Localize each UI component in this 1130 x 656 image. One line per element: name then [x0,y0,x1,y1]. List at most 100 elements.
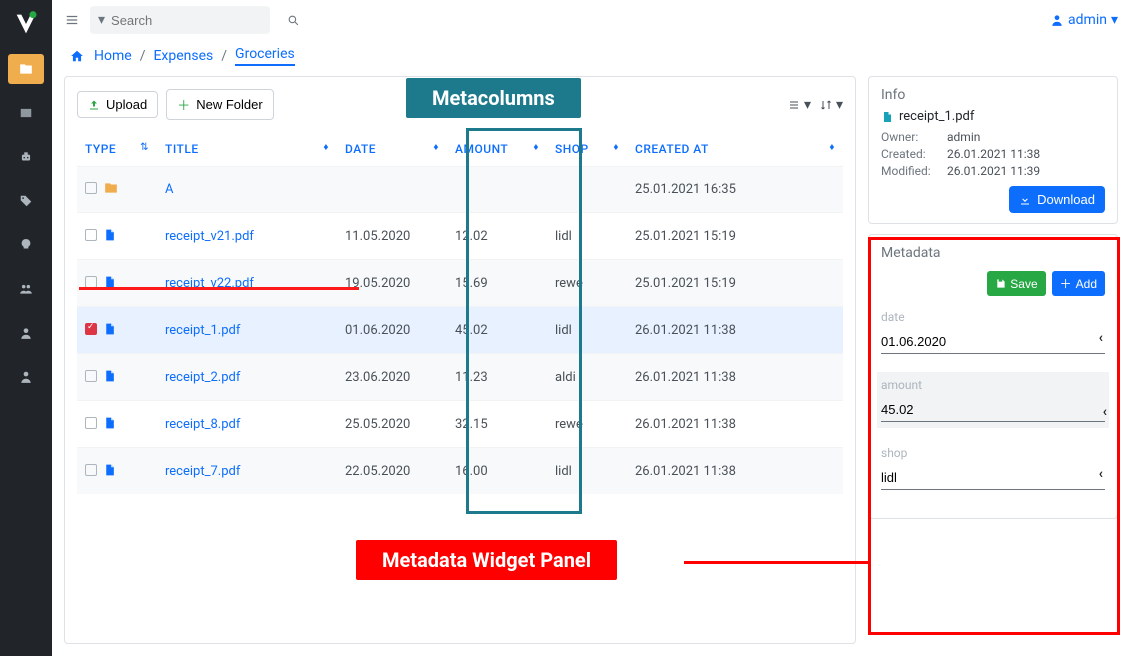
file-title-link[interactable]: A [165,182,173,197]
row-checkbox[interactable] [85,182,97,194]
table-row[interactable]: receipt_2.pdf23.06.202011.23aldi26.01.20… [77,354,843,401]
table-row[interactable]: receipt_1.pdf01.06.202045.02lidl26.01.20… [77,307,843,354]
file-title-link[interactable]: receipt_v21.pdf [165,229,254,244]
metadata-save-button[interactable]: Save [987,271,1045,296]
cell-amount: 15.69 [447,260,547,307]
table-row[interactable]: receipt_7.pdf22.05.202016.00lidl26.01.20… [77,448,843,495]
new-folder-button[interactable]: ＋ New Folder [166,89,273,120]
nav-documents[interactable] [8,54,44,84]
cell-created: 26.01.2021 11:38 [627,401,843,448]
cell-created: 25.01.2021 15:19 [627,213,843,260]
metadata-header: Metadata [881,245,1105,261]
nav-tags[interactable] [8,186,44,216]
upload-icon [88,99,100,111]
search-box[interactable]: ▾ [90,6,270,34]
search-scope-caret-icon[interactable]: ▾ [98,12,105,28]
cell-created: 26.01.2021 11:38 [627,354,843,401]
upload-button[interactable]: Upload [77,91,158,118]
col-shop[interactable]: SHOP♦ [547,132,627,167]
file-title-link[interactable]: receipt_2.pdf [165,370,240,385]
user-caret-icon: ▾ [1111,12,1118,28]
crumb-home[interactable]: Home [94,48,132,64]
nav-groups[interactable] [8,274,44,304]
nav-profile[interactable] [8,362,44,392]
chevron-left-icon[interactable]: ‹ [1103,404,1107,420]
metadata-input-shop[interactable] [881,466,1105,490]
info-header: Info [881,87,1105,103]
file-icon [103,368,116,384]
file-title-link[interactable]: receipt_8.pdf [165,417,240,432]
table-row[interactable]: receipt_8.pdf25.05.202032.15rewe26.01.20… [77,401,843,448]
sort-icon: ♦ [829,142,835,153]
cell-shop: rewe [547,260,627,307]
sort-toggle[interactable]: ▾ [819,97,843,113]
cell-date: 22.05.2020 [337,448,447,495]
nav-inbox[interactable] [8,98,44,128]
metadata-field-date: date ‹ [881,310,1105,354]
file-title-link[interactable]: receipt_7.pdf [165,464,240,479]
cell-created: 26.01.2021 11:38 [627,448,843,495]
nav-automate[interactable] [8,142,44,172]
nav-tips[interactable] [8,230,44,260]
search-icon[interactable] [287,14,300,27]
nav-users[interactable] [8,318,44,348]
view-mode-toggle[interactable]: ▾ [787,97,811,113]
download-button[interactable]: Download [1009,186,1105,213]
sort-icon: ♦ [533,142,539,153]
cell-created: 25.01.2021 15:19 [627,260,843,307]
crumb-sep: / [140,48,146,64]
table-row[interactable]: receipt_v22.pdf19.05.202015.69rewe25.01.… [77,260,843,307]
row-checkbox[interactable] [85,464,97,476]
cell-amount [447,167,547,213]
metadata-card: Metadata Save ＋ Add date [868,234,1118,519]
metadata-input-amount[interactable] [881,398,1105,422]
row-checkbox[interactable] [85,229,97,241]
sort-icon: ♦ [613,142,619,153]
file-icon [103,462,116,478]
annotation-metacolumns-label: Metacolumns [406,78,581,118]
sort-icon: ♦ [433,142,439,153]
left-nav-rail [0,0,52,656]
row-checkbox[interactable] [85,370,97,382]
user-menu[interactable]: admin ▾ [1050,12,1118,28]
chevron-left-icon[interactable]: ‹ [1099,466,1103,482]
row-checkbox[interactable] [85,417,97,429]
app-logo [10,8,42,40]
col-title[interactable]: TITLE♦ [157,132,337,167]
cell-amount: 12.02 [447,213,547,260]
table-row[interactable]: A 25.01.2021 16:35 [77,167,843,213]
sort-icon: ⇅ [140,142,149,153]
right-panel: Info receipt_1.pdf Owner:admin Created:2… [868,76,1118,644]
info-filename: receipt_1.pdf [899,109,974,124]
plus-icon: ＋ [1060,275,1072,292]
folder-icon [103,181,119,195]
file-title-link[interactable]: receipt_1.pdf [165,323,240,338]
menu-toggle-icon[interactable] [64,13,80,27]
crumb-expenses[interactable]: Expenses [153,48,213,64]
cell-shop: aldi [547,354,627,401]
info-card: Info receipt_1.pdf Owner:admin Created:2… [868,76,1118,224]
cell-created: 25.01.2021 16:35 [627,167,843,213]
cell-amount: 16.00 [447,448,547,495]
table-row[interactable]: receipt_v21.pdf11.05.202012.02lidl25.01.… [77,213,843,260]
annotation-metadatapanel-label: Metadata Widget Panel [356,540,617,580]
col-type[interactable]: TYPE⇅ [77,132,157,167]
crumb-groceries[interactable]: Groceries [235,46,295,66]
cell-date: 19.05.2020 [337,260,447,307]
metadata-input-date[interactable] [881,330,1105,354]
cell-shop [547,167,627,213]
row-checkbox[interactable] [85,323,97,335]
plus-icon: ＋ [177,95,190,114]
file-icon [881,110,893,124]
col-amount[interactable]: AMOUNT♦ [447,132,547,167]
chevron-left-icon[interactable]: ‹ [1099,330,1103,346]
cell-date: 01.06.2020 [337,307,447,354]
col-created[interactable]: CREATED AT♦ [627,132,843,167]
col-date[interactable]: DATE♦ [337,132,447,167]
file-icon [103,227,116,243]
home-icon [70,49,84,63]
search-input[interactable] [111,13,287,28]
metadata-add-button[interactable]: ＋ Add [1052,271,1105,296]
cell-date: 25.05.2020 [337,401,447,448]
metadata-field-amount: amount ‹ [877,372,1109,428]
